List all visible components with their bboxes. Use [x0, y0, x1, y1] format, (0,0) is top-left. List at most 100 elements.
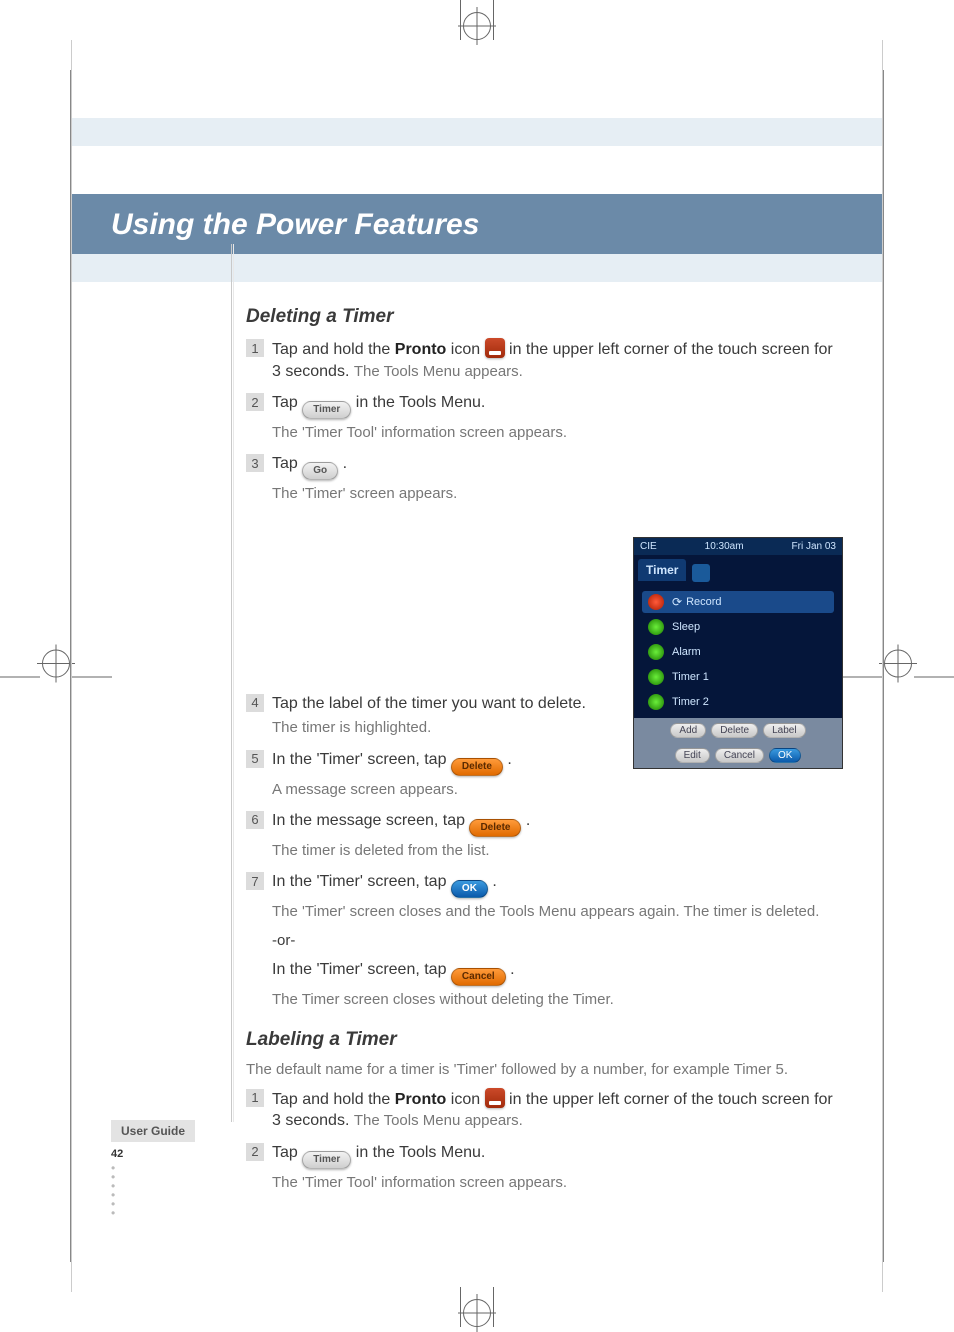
ss-row-label: Record: [686, 596, 721, 608]
ss-row-label: Alarm: [672, 646, 701, 658]
step-sub: The 'Timer' screen appears.: [272, 484, 843, 504]
crop-mark-bottom: [460, 1287, 494, 1332]
delete-pill: Delete: [451, 758, 503, 776]
ss-delete-button: Delete: [711, 723, 758, 738]
pronto-icon: [485, 338, 505, 358]
ss-ok-button: OK: [769, 748, 801, 763]
header-band-light: [71, 118, 883, 146]
ss-button-row: Add Delete Label: [634, 718, 842, 743]
step-text: .: [343, 455, 347, 472]
ok-pill: OK: [451, 880, 488, 898]
ss-row-label: Sleep: [672, 621, 700, 633]
ss-button-row: Edit Cancel OK: [634, 743, 842, 768]
timer-pill: Timer: [302, 1151, 351, 1169]
page-footer: User Guide 42 ••••••: [111, 1120, 195, 1218]
step-sub: The timer is deleted from the list.: [272, 841, 843, 861]
crop-mark-top: [460, 0, 494, 45]
step-text: In the 'Timer' screen, tap: [272, 751, 451, 768]
step-sub: The 'Timer Tool' information screen appe…: [272, 423, 843, 443]
step-text: Tap and hold the: [272, 341, 395, 358]
dot-icon: [648, 694, 664, 710]
page-frame: Using the Power Features Deleting a Time…: [70, 70, 884, 1262]
ss-row: Alarm: [642, 641, 834, 663]
delete-pill: Delete: [469, 819, 521, 837]
step-row: 6 In the message screen, tap Delete .: [246, 810, 843, 837]
step-body: In the 'Timer' screen, tap Cancel .: [272, 959, 843, 986]
ss-add-button: Add: [670, 723, 706, 738]
step-text: .: [510, 961, 514, 978]
dot-icon: [648, 644, 664, 660]
content-area: Deleting a Timer 1 Tap and hold the Pron…: [246, 282, 843, 1193]
step-text: In the 'Timer' screen, tap: [272, 961, 451, 978]
ss-top-center: 10:30am: [705, 541, 744, 552]
decorative-dots: ••••••: [111, 1164, 195, 1218]
ss-row: Timer 1: [642, 666, 834, 688]
go-pill: Go: [302, 462, 338, 480]
step-text: icon: [446, 1091, 484, 1108]
chapter-title: Using the Power Features: [71, 194, 883, 254]
step-sub-inline: The Tools Menu appears.: [354, 1112, 523, 1129]
step-row: 1 Tap and hold the Pronto icon in the up…: [246, 1088, 843, 1132]
step-text: Tap: [272, 1144, 302, 1161]
step-number: 2: [246, 393, 264, 411]
step-body: Tap Timer in the Tools Menu.: [272, 1142, 843, 1169]
repeat-icon: ⟳: [672, 595, 682, 609]
step-number: 6: [246, 811, 264, 829]
record-dot-icon: [648, 594, 664, 610]
ss-tab: Timer: [638, 559, 686, 581]
ss-top-left: CIE: [640, 541, 657, 552]
step-body: Tap Go .: [272, 453, 843, 480]
step-body: Tap and hold the Pronto icon in the uppe…: [272, 338, 843, 382]
step-text: .: [507, 751, 511, 768]
step-text: .: [526, 812, 530, 829]
ss-row-label: Timer 1: [672, 671, 709, 683]
step-row: In the 'Timer' screen, tap Cancel .: [272, 959, 843, 986]
step-text: Tap and hold the: [272, 1091, 395, 1108]
timer-screen-illustration: CIE 10:30am Fri Jan 03 Timer ⟳ Record Sle…: [633, 537, 843, 769]
step-number: 1: [246, 1089, 264, 1107]
step-body: Tap and hold the Pronto icon in the uppe…: [272, 1088, 843, 1132]
vertical-rule-shadow: [233, 244, 234, 1122]
step-text: In the 'Timer' screen, tap: [272, 873, 451, 890]
step-row: 2 Tap Timer in the Tools Menu.: [246, 1142, 843, 1169]
ss-top-right: Fri Jan 03: [792, 541, 836, 552]
labeling-intro: The default name for a timer is 'Timer' …: [246, 1061, 843, 1078]
ss-row: Sleep: [642, 616, 834, 638]
step-number: 4: [246, 694, 264, 712]
bold-word: Pronto: [395, 341, 447, 358]
step-body: In the message screen, tap Delete .: [272, 810, 843, 837]
timer-pill: Timer: [302, 401, 351, 419]
step-sub-inline: The Tools Menu appears.: [354, 363, 523, 380]
section-heading-deleting: Deleting a Timer: [246, 306, 843, 328]
step-sub: A message screen appears.: [272, 780, 843, 800]
ss-row-label: Timer 2: [672, 696, 709, 708]
ss-label-button: Label: [763, 723, 805, 738]
dot-icon: [648, 619, 664, 635]
step-sub: The Timer screen closes without deleting…: [272, 990, 843, 1010]
step-sub: The 'Timer Tool' information screen appe…: [272, 1173, 843, 1193]
step-row: 7 In the 'Timer' screen, tap OK .: [246, 871, 843, 898]
step-text: In the message screen, tap: [272, 812, 469, 829]
step-number: 5: [246, 750, 264, 768]
ss-edit-button: Edit: [675, 748, 710, 763]
dot-icon: [648, 669, 664, 685]
step-row: 2 Tap Timer in the Tools Menu.: [246, 392, 843, 419]
step-text: Tap: [272, 394, 302, 411]
step-text: icon: [446, 341, 484, 358]
cancel-pill: Cancel: [451, 968, 506, 986]
ss-tab-icon: [692, 564, 710, 582]
step-sub: The 'Timer' screen closes and the Tools …: [272, 902, 843, 922]
step-number: 1: [246, 339, 264, 357]
step-row: 1 Tap and hold the Pronto icon in the up…: [246, 338, 843, 382]
bold-word: Pronto: [395, 1091, 447, 1108]
step-text: Tap: [272, 455, 302, 472]
ss-row-selected: ⟳ Record: [642, 591, 834, 613]
step-text: .: [492, 873, 496, 890]
step-text: in the Tools Menu.: [356, 1144, 486, 1161]
or-separator: -or-: [272, 932, 843, 949]
vertical-rule: [231, 244, 232, 1122]
step-number: 2: [246, 1143, 264, 1161]
ss-cancel-button: Cancel: [715, 748, 764, 763]
pronto-icon: [485, 1088, 505, 1108]
ss-row: Timer 2: [642, 691, 834, 713]
